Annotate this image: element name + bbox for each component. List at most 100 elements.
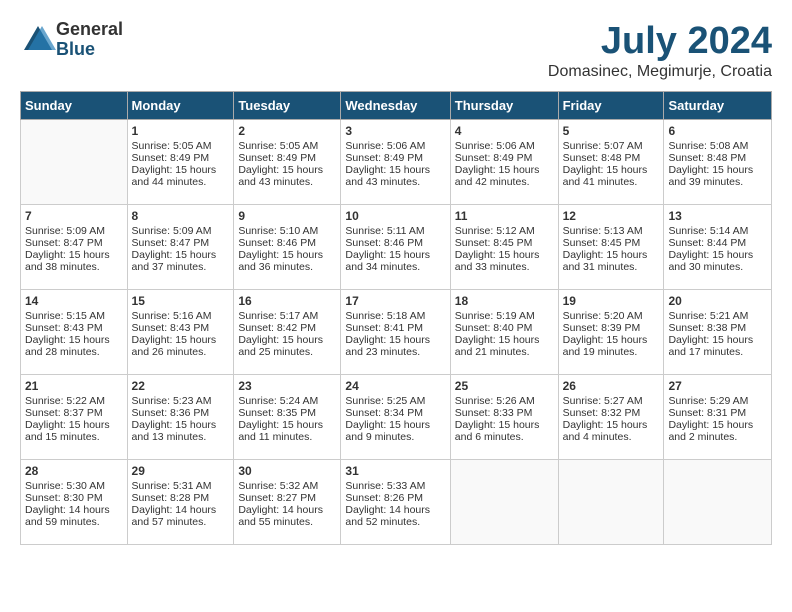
day-number: 13 [668,209,767,223]
calendar-cell: 25Sunrise: 5:26 AMSunset: 8:33 PMDayligh… [450,375,558,460]
calendar-cell: 31Sunrise: 5:33 AMSunset: 8:26 PMDayligh… [341,460,450,545]
calendar-cell: 18Sunrise: 5:19 AMSunset: 8:40 PMDayligh… [450,290,558,375]
sunrise: Sunrise: 5:11 AM [345,225,445,237]
day-header-thursday: Thursday [450,92,558,120]
sunset: Sunset: 8:40 PM [455,322,554,334]
calendar-cell: 15Sunrise: 5:16 AMSunset: 8:43 PMDayligh… [127,290,234,375]
daylight: Daylight: 15 hours and 30 minutes. [668,249,767,273]
day-number: 22 [132,379,230,393]
sunset: Sunset: 8:35 PM [238,407,336,419]
sunrise: Sunrise: 5:25 AM [345,395,445,407]
calendar-cell: 13Sunrise: 5:14 AMSunset: 8:44 PMDayligh… [664,205,772,290]
calendar-table: SundayMondayTuesdayWednesdayThursdayFrid… [20,91,772,545]
day-header-monday: Monday [127,92,234,120]
sunset: Sunset: 8:46 PM [238,237,336,249]
daylight: Daylight: 15 hours and 2 minutes. [668,419,767,443]
daylight: Daylight: 15 hours and 31 minutes. [563,249,660,273]
sunset: Sunset: 8:30 PM [25,492,123,504]
day-number: 2 [238,124,336,138]
calendar-header-row: SundayMondayTuesdayWednesdayThursdayFrid… [21,92,772,120]
sunrise: Sunrise: 5:23 AM [132,395,230,407]
calendar-cell: 20Sunrise: 5:21 AMSunset: 8:38 PMDayligh… [664,290,772,375]
calendar-cell: 30Sunrise: 5:32 AMSunset: 8:27 PMDayligh… [234,460,341,545]
daylight: Daylight: 15 hours and 42 minutes. [455,164,554,188]
calendar-week-row: 1Sunrise: 5:05 AMSunset: 8:49 PMDaylight… [21,120,772,205]
logo-general: General [56,20,123,40]
day-number: 9 [238,209,336,223]
location: Domasinec, Megimurje, Croatia [548,63,772,81]
calendar-cell: 1Sunrise: 5:05 AMSunset: 8:49 PMDaylight… [127,120,234,205]
sunrise: Sunrise: 5:05 AM [132,140,230,152]
sunset: Sunset: 8:33 PM [455,407,554,419]
daylight: Daylight: 14 hours and 59 minutes. [25,504,123,528]
sunrise: Sunrise: 5:20 AM [563,310,660,322]
day-number: 17 [345,294,445,308]
sunrise: Sunrise: 5:13 AM [563,225,660,237]
sunrise: Sunrise: 5:06 AM [455,140,554,152]
calendar-cell: 19Sunrise: 5:20 AMSunset: 8:39 PMDayligh… [558,290,664,375]
logo-icon [20,22,56,58]
day-number: 8 [132,209,230,223]
sunrise: Sunrise: 5:17 AM [238,310,336,322]
calendar-cell: 6Sunrise: 5:08 AMSunset: 8:48 PMDaylight… [664,120,772,205]
day-number: 5 [563,124,660,138]
page-header: General Blue July 2024 Domasinec, Megimu… [20,20,772,81]
calendar-cell: 4 Sunrise: 5:06 AMSunset: 8:49 PMDaylight… [450,120,558,205]
sunrise: Sunrise: 5:09 AM [25,225,123,237]
sunrise: Sunrise: 5:18 AM [345,310,445,322]
calendar-cell: 5Sunrise: 5:07 AMSunset: 8:48 PMDaylight… [558,120,664,205]
sunset: Sunset: 8:38 PM [668,322,767,334]
calendar-week-row: 14Sunrise: 5:15 AMSunset: 8:43 PMDayligh… [21,290,772,375]
day-header-tuesday: Tuesday [234,92,341,120]
sunrise: Sunrise: 5:27 AM [563,395,660,407]
day-number: 31 [345,464,445,478]
calendar-cell: 14Sunrise: 5:15 AMSunset: 8:43 PMDayligh… [21,290,128,375]
calendar-cell: 17Sunrise: 5:18 AMSunset: 8:41 PMDayligh… [341,290,450,375]
day-header-saturday: Saturday [664,92,772,120]
sunrise: Sunrise: 5:09 AM [132,225,230,237]
daylight: Daylight: 15 hours and 19 minutes. [563,334,660,358]
sunrise: Sunrise: 5:06 AM [345,140,445,152]
day-header-wednesday: Wednesday [341,92,450,120]
calendar-cell: 28Sunrise: 5:30 AMSunset: 8:30 PMDayligh… [21,460,128,545]
sunrise: Sunrise: 5:16 AM [132,310,230,322]
sunset: Sunset: 8:48 PM [668,152,767,164]
sunset: Sunset: 8:47 PM [25,237,123,249]
day-number: 24 [345,379,445,393]
day-number: 1 [132,124,230,138]
sunrise: Sunrise: 5:26 AM [455,395,554,407]
day-header-friday: Friday [558,92,664,120]
day-number: 11 [455,209,554,223]
sunset: Sunset: 8:49 PM [345,152,445,164]
daylight: Daylight: 15 hours and 6 minutes. [455,419,554,443]
daylight: Daylight: 15 hours and 28 minutes. [25,334,123,358]
sunset: Sunset: 8:39 PM [563,322,660,334]
calendar-cell: 21Sunrise: 5:22 AMSunset: 8:37 PMDayligh… [21,375,128,460]
sunset: Sunset: 8:45 PM [563,237,660,249]
calendar-cell: 7Sunrise: 5:09 AMSunset: 8:47 PMDaylight… [21,205,128,290]
month-year: July 2024 [548,20,772,63]
sunrise: Sunrise: 5:22 AM [25,395,123,407]
sunset: Sunset: 8:31 PM [668,407,767,419]
day-number: 28 [25,464,123,478]
sunrise: Sunrise: 5:19 AM [455,310,554,322]
daylight: Daylight: 15 hours and 4 minutes. [563,419,660,443]
daylight: Daylight: 14 hours and 57 minutes. [132,504,230,528]
daylight: Daylight: 15 hours and 17 minutes. [668,334,767,358]
day-number: 14 [25,294,123,308]
calendar-cell: 26Sunrise: 5:27 AMSunset: 8:32 PMDayligh… [558,375,664,460]
daylight: Daylight: 15 hours and 21 minutes. [455,334,554,358]
daylight: Daylight: 15 hours and 36 minutes. [238,249,336,273]
calendar-cell: 3Sunrise: 5:06 AMSunset: 8:49 PMDaylight… [341,120,450,205]
sunrise: Sunrise: 5:12 AM [455,225,554,237]
day-number: 29 [132,464,230,478]
sunset: Sunset: 8:45 PM [455,237,554,249]
calendar-cell [664,460,772,545]
sunrise: Sunrise: 5:05 AM [238,140,336,152]
calendar-cell [450,460,558,545]
calendar-cell: 27Sunrise: 5:29 AMSunset: 8:31 PMDayligh… [664,375,772,460]
day-number: 4 [455,124,554,138]
sunrise: Sunrise: 5:15 AM [25,310,123,322]
sunset: Sunset: 8:49 PM [455,152,554,164]
day-number: 20 [668,294,767,308]
